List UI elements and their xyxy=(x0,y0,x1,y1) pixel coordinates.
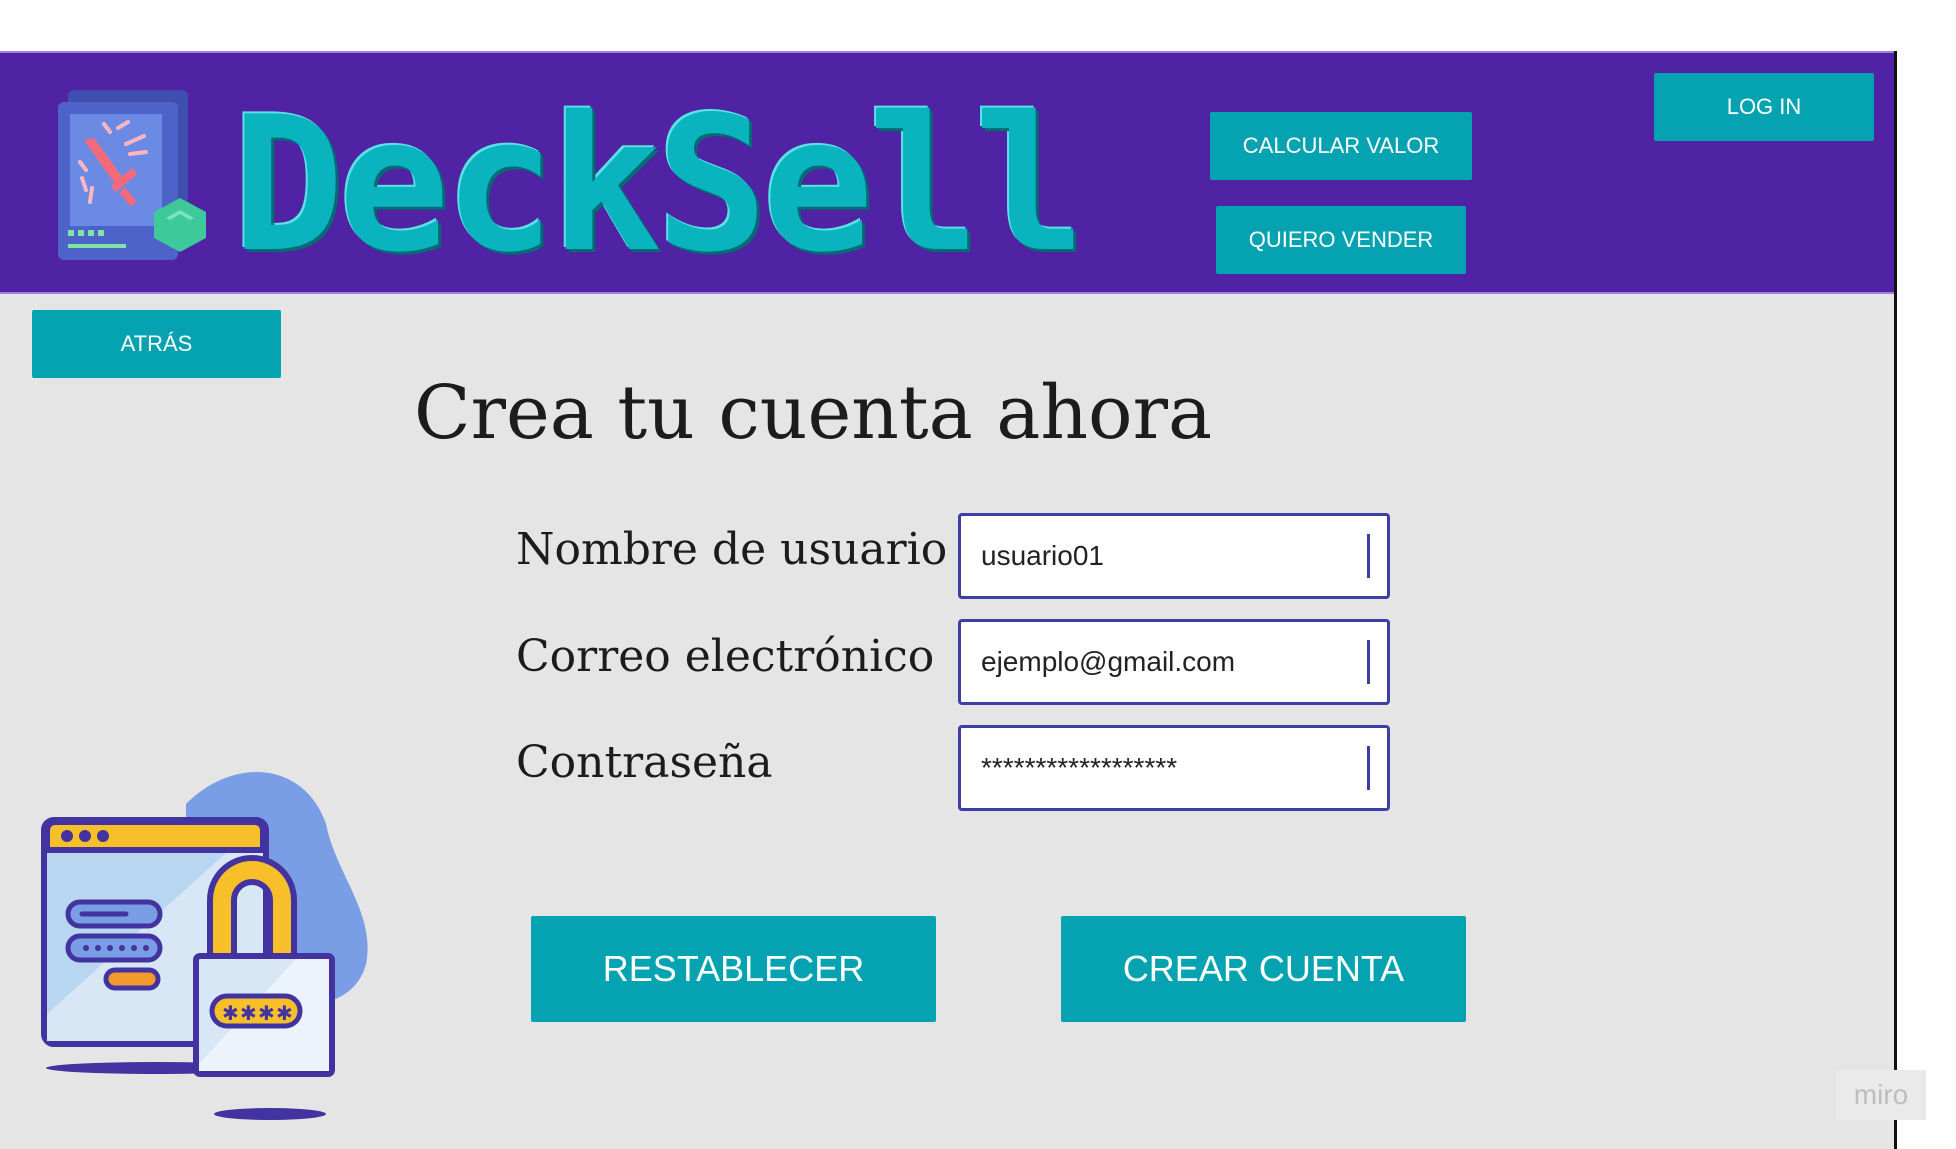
right-panel-edge xyxy=(1894,51,1956,1149)
svg-text:✱: ✱ xyxy=(222,1001,239,1025)
login-button[interactable]: LOG IN xyxy=(1654,73,1874,141)
card-game-logo-icon xyxy=(58,90,206,260)
username-input[interactable] xyxy=(958,513,1390,599)
svg-text:✱: ✱ xyxy=(276,1001,293,1025)
email-input[interactable] xyxy=(958,619,1390,705)
text-cursor xyxy=(1367,640,1370,684)
miro-watermark: miro xyxy=(1836,1070,1926,1120)
page-title: Crea tu cuenta ahora xyxy=(414,370,1213,456)
email-label: Correo electrónico xyxy=(516,631,935,682)
svg-text:✱: ✱ xyxy=(240,1001,257,1025)
create-account-button[interactable]: CREAR CUENTA xyxy=(1061,916,1466,1022)
text-cursor xyxy=(1367,746,1370,790)
want-to-sell-button[interactable]: QUIERO VENDER xyxy=(1216,206,1466,274)
secure-login-illustration-icon: ✱ ✱ ✱ ✱ xyxy=(41,771,368,1120)
calculate-value-button[interactable]: CALCULAR VALOR xyxy=(1210,112,1472,180)
text-cursor xyxy=(1367,534,1370,578)
svg-text:✱: ✱ xyxy=(258,1001,275,1025)
reset-button[interactable]: RESTABLECER xyxy=(531,916,936,1022)
brand-logo: DeckSell xyxy=(232,76,1086,293)
password-label: Contraseña xyxy=(516,737,773,788)
back-button[interactable]: ATRÁS xyxy=(32,310,281,378)
username-label: Nombre de usuario xyxy=(516,524,948,575)
password-input[interactable] xyxy=(958,725,1390,811)
